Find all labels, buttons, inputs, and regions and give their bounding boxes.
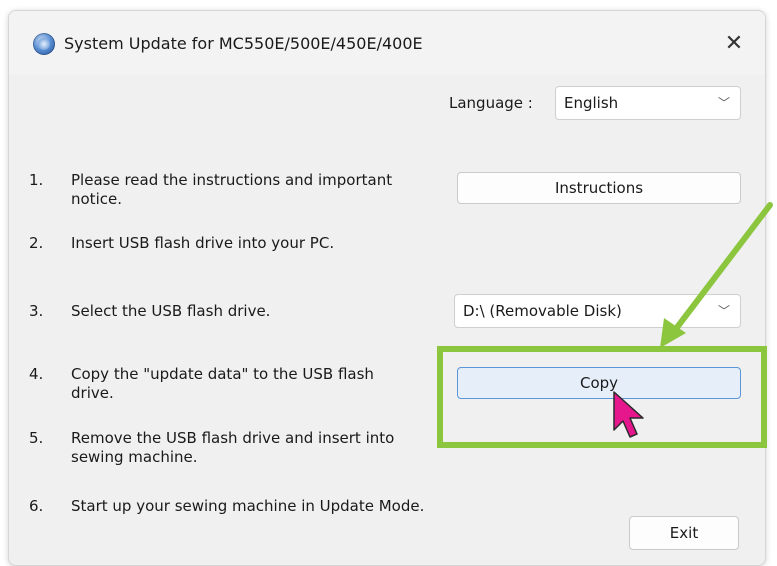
step-number: 5. (29, 429, 44, 447)
step-number: 2. (29, 234, 44, 252)
language-select-value: English (564, 94, 619, 112)
step-text: Copy the "update data" to the USB flash … (71, 365, 374, 402)
language-select[interactable]: English ﹀ (555, 86, 741, 120)
exit-button[interactable]: Exit (629, 516, 739, 550)
step-text: Remove the USB flash drive and insert in… (71, 429, 395, 466)
step-text: Select the USB flash drive. (71, 302, 271, 320)
language-label: Language : (449, 94, 533, 112)
app-globe-icon (33, 33, 55, 55)
step-number: 1. (29, 171, 44, 189)
step-text: Please read the instructions and importa… (71, 171, 393, 208)
chevron-down-icon: ﹀ (717, 304, 730, 318)
window-title: System Update for MC550E/500E/450E/400E (64, 34, 423, 53)
usb-drive-select[interactable]: D:\ (Removable Disk) ﹀ (454, 294, 741, 328)
step-number: 3. (29, 302, 44, 320)
step-text: Start up your sewing machine in Update M… (71, 497, 425, 515)
chevron-down-icon: ﹀ (717, 96, 730, 110)
usb-drive-select-value: D:\ (Removable Disk) (463, 302, 622, 320)
dialog-window: System Update for MC550E/500E/450E/400E … (8, 10, 766, 566)
step-number: 4. (29, 365, 44, 383)
close-button[interactable]: ✕ (717, 29, 751, 59)
instructions-button[interactable]: Instructions (457, 172, 741, 204)
step-number: 6. (29, 497, 44, 515)
annotation-highlight-box (437, 346, 767, 448)
step-text: Insert USB flash drive into your PC. (71, 234, 335, 252)
title-bar: System Update for MC550E/500E/450E/400E … (9, 11, 765, 75)
